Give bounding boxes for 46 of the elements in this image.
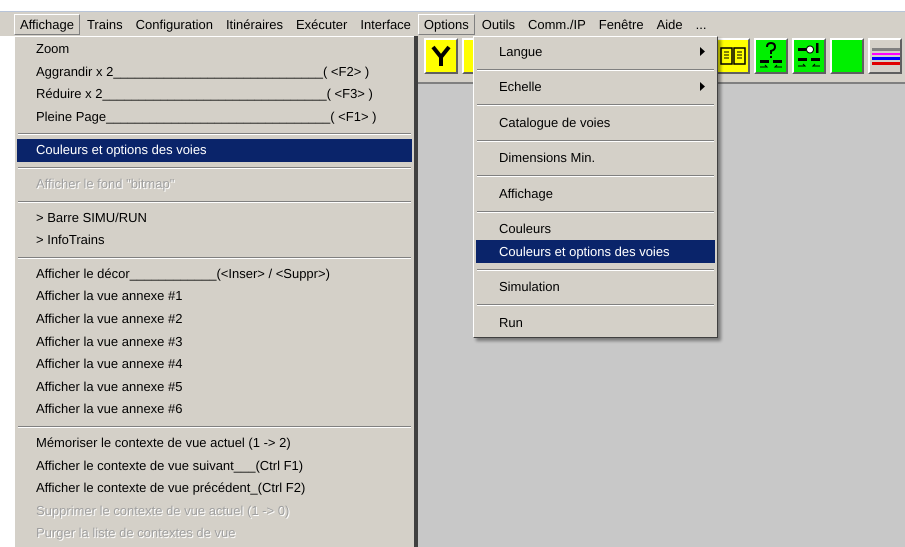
menu-item[interactable]: Afficher le décor____________(<Inser> / <Suppr>) <box>17 262 412 286</box>
toolbar-button[interactable] <box>424 38 458 74</box>
menu-bar-item[interactable]: Configuration <box>130 14 219 34</box>
toolbar-button[interactable] <box>868 38 902 74</box>
menu-item[interactable]: Afficher la vue annexe #1 <box>17 285 412 308</box>
toolbar-button[interactable] <box>716 38 750 74</box>
menu-bar-item[interactable]: Outils <box>476 14 521 34</box>
menu-item[interactable]: Afficher la vue annexe #3 <box>17 330 412 354</box>
toolbar-button[interactable] <box>754 38 788 74</box>
menu-item[interactable]: Afficher le contexte de vue suivant___(Ctrl F1) <box>17 454 412 478</box>
menu-bar-item[interactable]: Affichage <box>14 14 80 34</box>
menu-item[interactable]: Afficher la vue annexe #6 <box>17 398 412 421</box>
menu-item[interactable]: Afficher la vue annexe #5 <box>17 376 412 398</box>
menu-bar-item[interactable]: Exécuter <box>290 14 354 34</box>
menu-item[interactable]: Langue <box>476 40 715 62</box>
menu-item[interactable]: Afficher la vue annexe #2 <box>17 308 412 331</box>
menu-item[interactable]: Dimensions Min. <box>476 146 715 169</box>
menu-item[interactable]: Couleurs et options des voies <box>476 240 715 262</box>
menu-item[interactable]: Réduire x 2_______________________________( <F3> ) <box>17 83 412 106</box>
menu-item[interactable]: Mémoriser le contexte de vue actuel (1 -> 2) <box>17 432 412 454</box>
menu-item[interactable]: > Barre SIMU/RUN <box>17 206 412 230</box>
menu-item[interactable]: > InfoTrains <box>17 229 412 252</box>
fork-icon <box>430 44 452 68</box>
toolbar-button[interactable] <box>792 38 826 74</box>
toolbar-button[interactable] <box>830 38 864 74</box>
menu-bar-item[interactable]: Interface <box>354 14 417 34</box>
menu-bar-item[interactable]: Itinéraires <box>220 14 290 34</box>
menu-bar-item[interactable]: Aide <box>650 14 689 34</box>
menu-item[interactable]: Afficher la vue annexe #4 <box>17 353 412 376</box>
menu-item[interactable]: Echelle <box>476 76 715 98</box>
menu-item[interactable]: Couleurs <box>476 218 715 240</box>
menu-item[interactable]: Zoom <box>17 38 412 61</box>
menu-bar-item[interactable]: Fenêtre <box>592 14 650 34</box>
menu-bar-item[interactable]: ... <box>690 14 712 34</box>
menu-item[interactable]: Catalogue de voies <box>476 111 715 134</box>
menu-item[interactable]: Affichage <box>476 182 715 204</box>
book-icon <box>720 46 746 66</box>
menu-item[interactable]: Simulation <box>476 276 715 298</box>
menu-item[interactable]: Pleine Page_______________________________( <F1> ) <box>17 106 412 128</box>
menu-item[interactable]: Afficher le contexte de vue précédent_(Ctrl F2) <box>17 477 412 500</box>
menu-bar-item[interactable]: Trains <box>80 14 129 34</box>
menu-bar-item[interactable]: Options <box>418 14 475 34</box>
menu-bar-item[interactable]: Comm./IP <box>522 14 592 34</box>
menu-item[interactable]: Run <box>476 311 715 334</box>
menu-item[interactable]: Couleurs et options des voies <box>17 139 412 162</box>
menu-item[interactable]: Aggrandir x 2_____________________________( <F2> ) <box>17 60 412 84</box>
